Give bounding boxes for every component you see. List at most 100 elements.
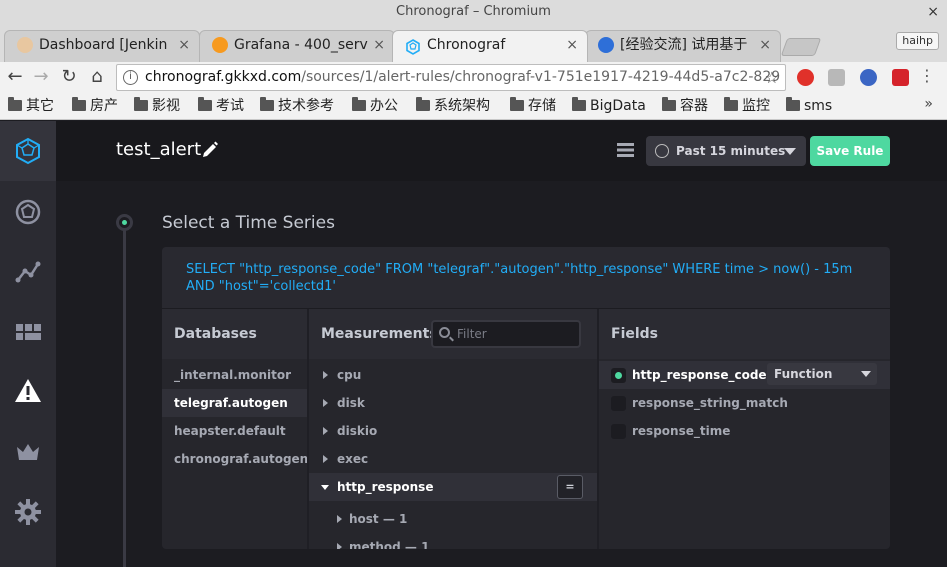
host-graph-icon[interactable] [14,198,42,226]
chevron-right-icon [337,543,342,549]
chevron-down-icon [321,485,329,490]
fields-column: Fields http_response_code Function respo… [599,309,890,549]
field-label: http_response_code [632,368,767,382]
shield-extension-icon[interactable] [828,69,845,86]
tab-grafana[interactable]: Grafana - 400_serv × [199,30,395,62]
database-item[interactable]: _internal.monitor [162,361,307,389]
field-checkbox[interactable] [611,424,626,439]
reload-button[interactable]: ↻ [58,66,80,88]
tab-forum[interactable]: [经验交流] 试用基于 × [585,30,781,62]
field-item[interactable]: response_time [599,417,890,445]
field-label: response_time [632,424,731,438]
sidebar [0,121,56,567]
tab-close-icon[interactable]: × [373,31,385,59]
field-checkbox[interactable] [611,368,626,383]
bookmark-folder[interactable]: 系统架构 [412,96,490,116]
bookmark-folder[interactable]: 办公 [348,96,398,116]
bookmark-folder[interactable]: 监控 [720,96,770,116]
bookmark-folder[interactable]: 存储 [506,96,556,116]
measurement-item[interactable]: disk [309,389,597,417]
tag-key-item[interactable]: method — 1 [309,533,597,549]
bookmark-folder[interactable]: 房产 [68,96,118,116]
url-host: chronograf.gkkxd.com [145,69,302,85]
tab-label: Grafana - 400_serv [234,37,368,53]
bookmark-folder[interactable]: 影视 [130,96,180,116]
folder-icon [8,97,22,111]
browser-menu-icon[interactable]: ⋮ [919,67,935,85]
database-item[interactable]: chronograf.autogen [162,445,307,473]
field-item[interactable]: http_response_code Function [599,361,890,389]
query-text-box: SELECT "http_response_code" FROM "telegr… [162,247,890,308]
settings-gear-icon[interactable] [14,498,42,526]
measurement-item[interactable]: diskio [309,417,597,445]
query-line: SELECT "http_response_code" FROM "telegr… [186,262,853,277]
new-tab-button[interactable] [780,38,822,56]
bookmark-folder[interactable]: sms [782,96,832,116]
opera-extension-icon[interactable] [797,69,814,86]
bookmark-label: 房产 [90,98,118,114]
tab-close-icon[interactable]: × [759,31,771,59]
back-button[interactable]: ← [4,66,26,88]
field-checkbox[interactable] [611,396,626,411]
bookmark-star-icon[interactable]: ☆ [765,65,779,90]
list-view-icon[interactable] [617,142,634,158]
database-item[interactable]: heapster.default [162,417,307,445]
database-item[interactable]: telegraf.autogen [162,389,307,417]
function-dropdown[interactable]: Function [767,363,877,385]
folder-icon [724,97,738,111]
home-button[interactable]: ⌂ [86,66,108,88]
data-explorer-icon[interactable] [14,258,42,286]
time-range-label: Past 15 minutes [676,144,786,158]
forward-button[interactable]: → [30,66,52,88]
measurement-label: cpu [337,368,362,382]
filter-placeholder: Filter [457,327,487,341]
tab-close-icon[interactable]: × [566,31,578,59]
chinese-extension-icon[interactable] [892,69,909,86]
bookmark-label: 存储 [528,98,556,114]
bookmark-folder[interactable]: 技术参考 [256,96,334,116]
url-path: /sources/1/alert-rules/chronograf-v1-751… [301,69,781,85]
measurement-label: http_response [337,480,434,494]
page-header: test_alert Past 15 minutes Save Rule [56,121,947,181]
address-bar[interactable]: i chronograf.gkkxd.com/sources/1/alert-r… [116,64,786,91]
bookmark-label: 系统架构 [434,98,490,114]
save-rule-button[interactable]: Save Rule [810,136,890,166]
alert-icon[interactable] [14,377,42,405]
bookmark-folder[interactable]: 容器 [658,96,708,116]
field-label: response_string_match [632,396,788,410]
tag-key-item[interactable]: host — 1 [309,505,597,533]
window-close-button[interactable]: × [927,0,939,24]
folder-icon [198,97,212,111]
field-item[interactable]: response_string_match [599,389,890,417]
measurement-item[interactable]: exec [309,445,597,473]
time-range-dropdown[interactable]: Past 15 minutes [646,136,806,166]
bookmarks-overflow-button[interactable]: » [924,96,933,112]
folder-icon [72,97,86,111]
pencil-icon[interactable] [201,140,219,158]
site-info-icon[interactable]: i [123,70,138,85]
bookmark-folder[interactable]: BigData [568,96,646,116]
bookmark-label: 技术参考 [278,98,334,114]
folder-icon [416,97,430,111]
folder-icon [662,97,676,111]
chevron-right-icon [323,455,328,463]
measurement-item-expanded[interactable]: http_response = [309,473,597,501]
bookmark-folder[interactable]: 考试 [194,96,244,116]
translate-extension-icon[interactable] [860,69,877,86]
tab-jenkins[interactable]: Dashboard [Jenkin × [4,30,200,62]
sidebar-logo[interactable] [0,121,56,181]
folder-icon [352,97,366,111]
profile-badge[interactable]: haihp [896,32,939,50]
rule-name-title[interactable]: test_alert [116,139,201,160]
measurement-item[interactable]: cpu [309,361,597,389]
group-by-button[interactable]: = [557,475,583,499]
measurement-filter-input[interactable]: Filter [431,320,581,348]
clock-icon [655,144,669,158]
bookmark-folder[interactable]: 其它 [4,96,54,116]
dashboards-icon[interactable] [14,318,42,346]
tab-chronograf[interactable]: Chronograf × [392,30,588,62]
bookmarks-bar: 其它 房产 影视 考试 技术参考 办公 系统架构 存储 BigData 容器 监… [0,92,947,120]
admin-crown-icon[interactable] [14,438,42,466]
tab-close-icon[interactable]: × [178,31,190,59]
query-line: AND "host"='collectd1' [186,279,336,294]
